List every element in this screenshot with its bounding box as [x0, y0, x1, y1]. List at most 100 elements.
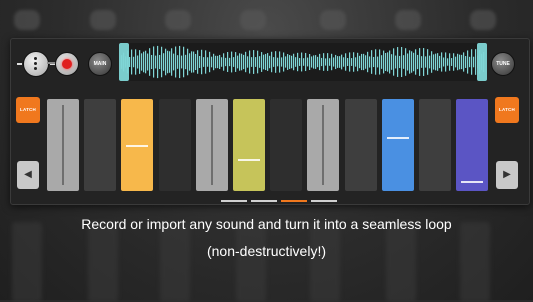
- waveform-bar: [253, 50, 255, 74]
- waveform-bar: [181, 55, 183, 69]
- fader-8[interactable]: [307, 99, 340, 191]
- waveform-bar: [269, 55, 271, 69]
- waveform-bar: [323, 53, 325, 71]
- waveform-bar: [381, 55, 383, 69]
- waveform-bar: [179, 45, 181, 79]
- next-page-button[interactable]: ▶: [496, 161, 518, 189]
- fader-9[interactable]: [344, 99, 377, 191]
- fader-groove: [210, 105, 213, 185]
- background-knob: [14, 10, 40, 30]
- waveform-bar: [233, 57, 235, 67]
- page-dash: [311, 200, 337, 202]
- waveform-bar: [451, 58, 453, 66]
- waveform-bar: [349, 52, 351, 72]
- page-dash: [281, 200, 307, 202]
- latch-right-button[interactable]: LATCH: [495, 97, 519, 123]
- waveform-bar: [375, 49, 377, 75]
- waveform-bar: [391, 54, 393, 70]
- waveform-bar: [177, 55, 179, 69]
- waveform-bar: [195, 53, 197, 71]
- waveform-bar: [247, 56, 249, 68]
- waveform-bar: [385, 52, 387, 72]
- waveform-bar: [241, 53, 243, 71]
- waveform-bar: [155, 55, 157, 69]
- waveform-bar: [145, 50, 147, 74]
- waveform-bar: [425, 56, 427, 68]
- waveform-bar: [205, 50, 207, 74]
- waveform-bar: [173, 53, 175, 71]
- waveform-bar: [345, 53, 347, 71]
- loop-end-handle[interactable]: [477, 43, 487, 81]
- record-button[interactable]: [55, 52, 79, 76]
- waveform-bar: [415, 49, 417, 75]
- waveform-bar: [267, 53, 269, 71]
- waveform-bar: [437, 53, 439, 71]
- background-key: [160, 222, 190, 302]
- waveform-bar: [413, 52, 415, 72]
- waveform-bar: [337, 56, 339, 68]
- waveform-bar: [165, 48, 167, 76]
- waveform-bar: [431, 51, 433, 73]
- waveform-bar: [357, 52, 359, 72]
- waveform-bar: [449, 53, 451, 71]
- waveform-bar: [471, 49, 473, 75]
- waveform-bar: [203, 57, 205, 67]
- fader-10[interactable]: [381, 99, 414, 191]
- waveform-display[interactable]: [119, 43, 487, 81]
- main-button[interactable]: MAIN: [88, 52, 112, 76]
- waveform-bar: [429, 55, 431, 69]
- waveform-bar: [407, 53, 409, 71]
- waveform-bar: [325, 58, 327, 66]
- waveform-bar: [311, 56, 313, 68]
- background-knob: [395, 10, 421, 30]
- latch-left-button[interactable]: LATCH: [16, 97, 40, 123]
- waveform-bar: [135, 49, 137, 75]
- waveform-bar: [273, 57, 275, 67]
- waveform-bar: [469, 56, 471, 68]
- fader-5[interactable]: [195, 99, 228, 191]
- fader-2[interactable]: [84, 99, 117, 191]
- fader-6[interactable]: [233, 99, 265, 191]
- waveform-bar: [239, 53, 241, 71]
- waveform-bar: [393, 48, 395, 76]
- background-key: [310, 222, 340, 302]
- waveform-bar: [433, 54, 435, 70]
- waveform-bar: [157, 45, 159, 79]
- caption-line-1: Record or import any sound and turn it i…: [81, 216, 452, 232]
- waveform-bar: [219, 54, 221, 70]
- fader-12[interactable]: [456, 99, 489, 191]
- waveform-bar: [215, 55, 217, 69]
- fader-3[interactable]: [121, 99, 154, 191]
- knob-grip-icon: [34, 57, 38, 71]
- waveform-bar: [327, 53, 329, 71]
- waveform-bar: [309, 53, 311, 71]
- prev-page-button[interactable]: ◀: [17, 161, 39, 189]
- waveform-bar: [275, 51, 277, 73]
- waveform-bar: [443, 57, 445, 67]
- tune-button[interactable]: TUNE: [491, 52, 515, 76]
- waveform-bar: [453, 53, 455, 71]
- waveform-bar: [279, 51, 281, 73]
- fader-11[interactable]: [419, 99, 451, 191]
- loop-start-handle[interactable]: [119, 43, 129, 81]
- waveform-bar: [461, 54, 463, 70]
- waveform-bar: [465, 56, 467, 68]
- waveform-bar: [445, 52, 447, 72]
- waveform-bar: [193, 51, 195, 73]
- waveform-bar: [299, 58, 301, 66]
- fader-7[interactable]: [270, 99, 303, 191]
- looper-toolbar: MAIN TUNE: [11, 39, 529, 89]
- volume-knob[interactable]: [17, 51, 55, 77]
- page-dash: [251, 200, 277, 202]
- waveform-bar: [441, 52, 443, 72]
- waveform-bar: [163, 53, 165, 71]
- fader-1[interactable]: [47, 99, 79, 191]
- waveform-bar: [171, 48, 173, 76]
- waveform-bar: [263, 54, 265, 70]
- waveform-bar: [209, 51, 211, 73]
- waveform-bar: [317, 56, 319, 68]
- waveform-bar: [419, 48, 421, 76]
- waveform-bar: [213, 53, 215, 71]
- fader-4[interactable]: [158, 99, 191, 191]
- waveform-bar: [257, 50, 259, 74]
